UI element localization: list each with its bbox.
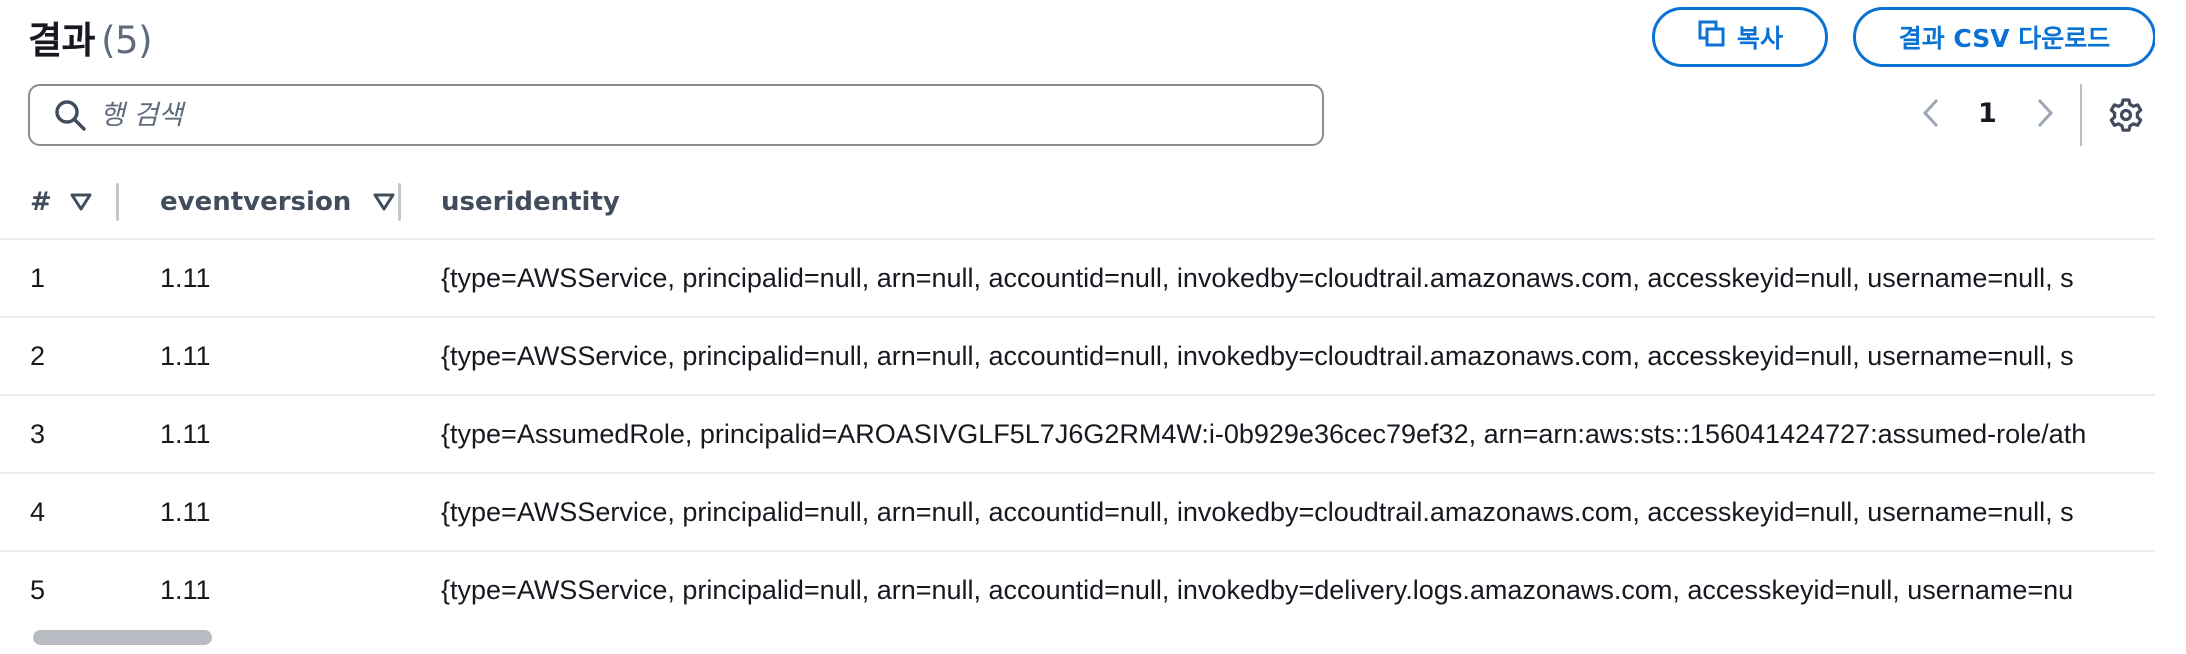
column-header-label: #: [30, 187, 52, 217]
eventversion-cell: 1.11: [160, 340, 211, 371]
useridentity-cell: {type=AWSService, principalid=null, arn=…: [441, 340, 2074, 371]
horizontal-scrollbar-thumb[interactable]: [33, 630, 212, 645]
useridentity-cell: {type=AWSService, principalid=null, arn=…: [441, 262, 2074, 293]
useridentity-cell: {type=AWSService, principalid=null, arn=…: [441, 496, 2074, 527]
row-number-cell: 4: [30, 496, 46, 527]
eventversion-cell: 1.11: [160, 496, 211, 527]
next-page-button[interactable]: [2030, 96, 2060, 134]
results-count: (5): [101, 19, 153, 62]
table-row: 4 1.11 {type=AWSService, principalid=nul…: [0, 472, 2155, 550]
copy-button-label: 복사: [1736, 24, 1783, 53]
column-header-useridentity[interactable]: useridentity: [441, 187, 620, 217]
gear-icon[interactable]: [2108, 97, 2144, 133]
results-title-text: 결과: [28, 19, 96, 62]
query-results-panel: 결과(5) 복사 결과 CSV 다운로드 1: [0, 0, 2155, 654]
eventversion-cell: 1.11: [160, 262, 211, 293]
table-header-row: # eventversion useridentity: [0, 166, 2155, 238]
useridentity-cell: {type=AssumedRole, principalid=AROASIVGL…: [441, 418, 2087, 449]
download-csv-button[interactable]: 결과 CSV 다운로드: [1853, 7, 2155, 67]
column-header-number[interactable]: #: [30, 187, 92, 217]
pager-divider: [2080, 84, 2082, 146]
row-number-cell: 3: [30, 418, 46, 449]
table-row: 5 1.11 {type=AWSService, principalid=nul…: [0, 550, 2155, 628]
column-header-label: eventversion: [160, 187, 352, 217]
download-csv-button-label: 결과 CSV 다운로드: [1898, 24, 2111, 53]
results-table: # eventversion useridentity 1 1.11 {type…: [0, 166, 2155, 628]
sort-triangle-icon[interactable]: [70, 193, 92, 211]
column-header-eventversion[interactable]: eventversion: [160, 187, 395, 217]
eventversion-cell: 1.11: [160, 418, 211, 449]
column-header-label: useridentity: [441, 187, 620, 217]
row-number-cell: 1: [30, 262, 46, 293]
table-row: 3 1.11 {type=AssumedRole, principalid=AR…: [0, 394, 2155, 472]
column-resize-handle[interactable]: [116, 183, 119, 221]
results-title: 결과 (5): [28, 10, 153, 64]
table-row: 2 1.11 {type=AWSService, principalid=nul…: [0, 316, 2155, 394]
row-search-input[interactable]: [98, 98, 1322, 132]
eventversion-cell: 1.11: [160, 574, 211, 605]
useridentity-cell: {type=AWSService, principalid=null, arn=…: [441, 574, 2074, 605]
copy-button[interactable]: 복사: [1652, 7, 1828, 67]
row-search-box[interactable]: [28, 84, 1324, 146]
table-row: 1 1.11 {type=AWSService, principalid=nul…: [0, 238, 2155, 316]
row-number-cell: 5: [30, 574, 46, 605]
horizontal-scrollbar[interactable]: [0, 627, 2155, 647]
previous-page-button[interactable]: [1916, 96, 1946, 134]
column-resize-handle[interactable]: [398, 183, 401, 221]
chevron-right-icon: [2035, 97, 2055, 133]
sort-triangle-icon[interactable]: [373, 193, 395, 211]
row-number-cell: 2: [30, 340, 46, 371]
current-page-number[interactable]: 1: [1978, 98, 1997, 129]
search-icon: [52, 97, 88, 133]
copy-icon: [1697, 19, 1727, 55]
chevron-left-icon: [1921, 97, 1941, 133]
